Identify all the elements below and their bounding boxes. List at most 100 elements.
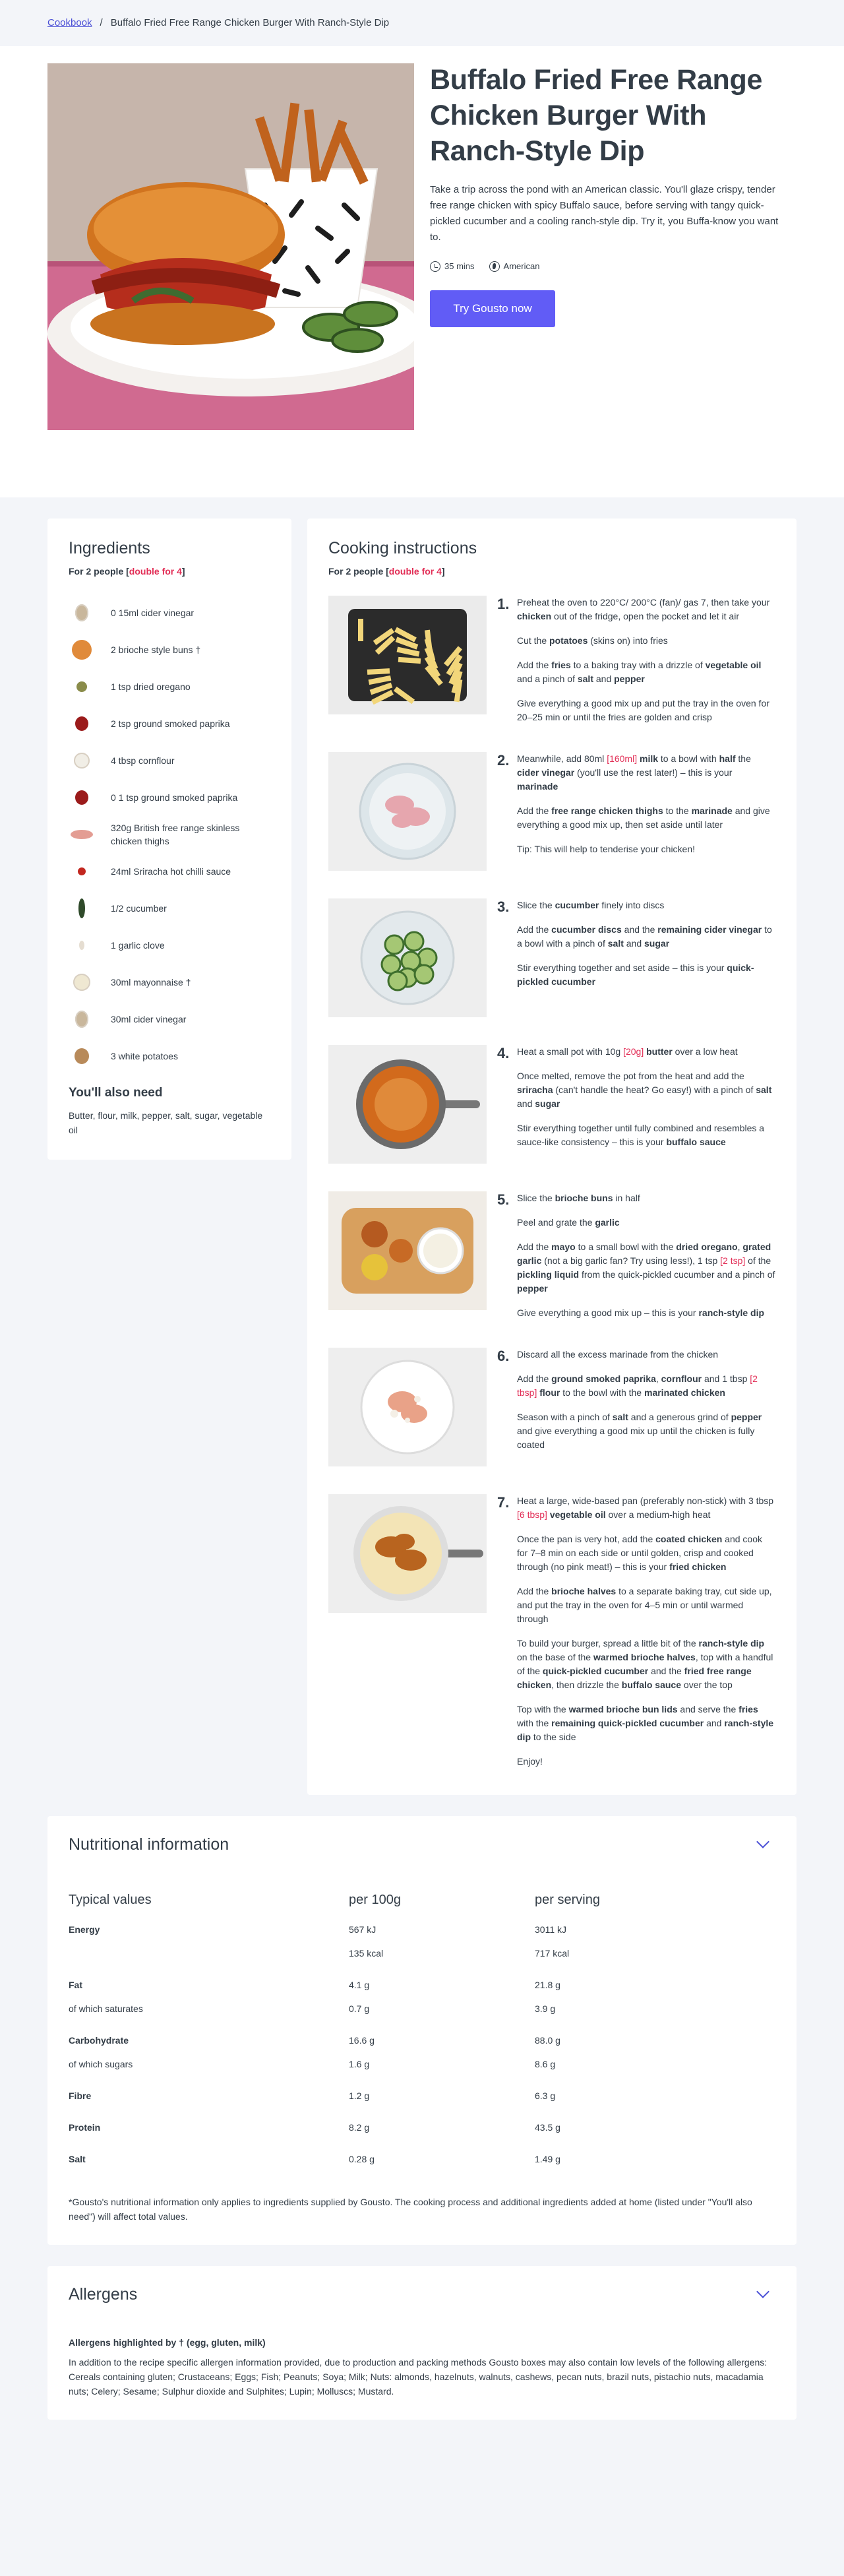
step-body: Meanwhile, add 80ml [160ml] milk to a bo… [517, 752, 775, 871]
step-paragraph: Add the brioche halves to a separate bak… [517, 1586, 772, 1624]
ingredient-item: 3 white potatoes [69, 1038, 270, 1075]
sriracha-icon [69, 858, 95, 885]
step-image [328, 1045, 487, 1164]
ingredient-item: 1/2 cucumber [69, 890, 270, 927]
ingredient-text: 2 brioche style buns † [111, 644, 201, 655]
step-list: 1. Preheat the oven to 220°C/ 200°C (fan)… [328, 596, 775, 1769]
portion-prefix: For 2 people [ [328, 566, 389, 577]
nutrient-label: Salt [69, 2154, 86, 2164]
step-paragraph: Tip: This will help to tenderise your ch… [517, 844, 696, 854]
nutrition-row: Fibre 1.2 g 6.3 g [69, 2076, 775, 2108]
nutrition-row: of which saturates 0.7 g 3.9 g [69, 1997, 775, 2021]
nutrition-header[interactable]: Nutritional information [69, 1835, 775, 1854]
nutrition-section: Nutritional information Typical values p… [47, 1816, 797, 2245]
step-body: Heat a small pot with 10g [20g] butter o… [517, 1045, 775, 1164]
recipe-hero-image [47, 63, 414, 430]
chevron-down-icon[interactable] [756, 1835, 769, 1848]
burger-photo-illustration [47, 63, 414, 430]
chevron-down-icon[interactable] [756, 2285, 769, 2298]
cooking-portion: For 2 people [double for 4] [328, 565, 775, 579]
step-paragraph: Give everything a good mix up – this is … [517, 1307, 765, 1318]
recipe-main: Ingredients For 2 people [double for 4] … [0, 497, 844, 1795]
ingredient-text: 3 white potatoes [111, 1051, 178, 1061]
bun-icon [69, 637, 95, 663]
ingredient-item: 1 tsp dried oregano [69, 668, 270, 705]
step-paragraph: Heat a large, wide-based pan (preferably… [517, 1495, 774, 1520]
nutrient-per-serving: 88.0 g [535, 2035, 560, 2046]
step-number: 1. [497, 596, 510, 612]
step-paragraph: Stir everything together and set aside –… [517, 962, 754, 987]
recipe-hero: Buffalo Fried Free Range Chicken Burger … [0, 46, 844, 497]
nutrient-label: Energy [69, 1924, 100, 1935]
step-number: 2. [497, 752, 510, 769]
nutrient-per-serving: 3.9 g [535, 2003, 556, 2014]
double-portion-link[interactable]: double for 4 [389, 566, 442, 577]
paprika-icon [69, 784, 95, 811]
cucumber-icon [69, 895, 95, 922]
nutrient-per-100g: 0.28 g [349, 2154, 375, 2164]
cooking-card: Cooking instructions For 2 people [doubl… [307, 518, 797, 1795]
nutrient-per-serving: 21.8 g [535, 1980, 560, 1990]
garlic-icon [69, 932, 95, 958]
ingredient-text: 1 tsp dried oregano [111, 681, 191, 692]
cook-time: 35 mins [430, 260, 475, 273]
step-paragraph: Add the cucumber discs and the remaining… [517, 924, 772, 949]
nutrition-row: Energy 567 kJ 3011 kJ [69, 1918, 775, 1941]
col-per-100g: per 100g [349, 1893, 401, 1907]
clock-icon [430, 261, 440, 272]
ingredient-text: 1 garlic clove [111, 940, 165, 951]
nutrient-per-100g: 4.1 g [349, 1980, 370, 1990]
col-typical-values: Typical values [69, 1893, 152, 1907]
step-image [328, 752, 487, 871]
step-body: Slice the cucumber finely into discs Add … [517, 898, 775, 1017]
cuisine: American [489, 260, 539, 273]
recipe-description: Take a trip across the pond with an Amer… [430, 184, 779, 243]
step-body: Preheat the oven to 220°C/ 200°C (fan)/ … [517, 596, 775, 724]
try-gousto-button[interactable]: Try Gousto now [430, 290, 555, 327]
ingredients-title: Ingredients [69, 539, 150, 557]
nutrient-label: Fat [69, 1980, 82, 1990]
mayonnaise-icon [69, 969, 95, 995]
step-paragraph: Enjoy! [517, 1756, 543, 1767]
step-paragraph: Peel and grate the garlic [517, 1217, 620, 1228]
cooking-step: 6. Discard all the excess marinade from t… [328, 1348, 775, 1466]
ingredients-card: Ingredients For 2 people [double for 4] … [47, 518, 291, 1160]
nutrient-label: of which saturates [69, 2003, 143, 2014]
nutrient-label: Carbohydrate [69, 2035, 129, 2046]
ingredient-item: 0 15ml cider vinegar [69, 594, 270, 631]
ingredient-text: 0 15ml cider vinegar [111, 608, 195, 618]
ingredient-text: 320g British free range skinless chicken… [111, 823, 240, 846]
nutrient-per-100g: 0.7 g [349, 2003, 370, 2014]
nutrient-label [69, 1941, 349, 1965]
step-number: 5. [497, 1191, 510, 1208]
oregano-icon [69, 674, 95, 700]
nutrient-per-serving: 43.5 g [535, 2122, 560, 2133]
step-paragraph: Stir everything together until fully com… [517, 1123, 765, 1147]
nutrition-row: Carbohydrate 16.6 g 88.0 g [69, 2021, 775, 2052]
step-paragraph: Season with a pinch of salt and a genero… [517, 1412, 762, 1450]
nutrient-per-100g: 1.6 g [349, 2059, 370, 2069]
step-number: 3. [497, 898, 510, 915]
double-portion-link[interactable]: double for 4 [129, 566, 182, 577]
step-paragraph: Add the ground smoked paprika, cornflour… [517, 1373, 758, 1398]
step-paragraph: Once the pan is very hot, add the coated… [517, 1534, 763, 1572]
cooking-title: Cooking instructions [328, 539, 477, 557]
nutrient-per-serving: 717 kcal [535, 1948, 570, 1959]
ingredient-text: 2 tsp ground smoked paprika [111, 718, 230, 729]
also-need-text: Butter, flour, milk, pepper, salt, sugar… [69, 1110, 263, 1135]
paprika-icon [69, 710, 95, 737]
nutrition-header-row: Typical values per 100g per serving [69, 1890, 775, 1918]
ingredient-item: 320g British free range skinless chicken… [69, 816, 270, 853]
step-paragraph: Meanwhile, add 80ml [160ml] milk to a bo… [517, 753, 751, 792]
step-number: 7. [497, 1494, 510, 1511]
step-number: 4. [497, 1045, 510, 1061]
ingredient-text: 4 tbsp cornflour [111, 755, 175, 766]
step-paragraph: Once melted, remove the pot from the hea… [517, 1071, 772, 1109]
allergens-title: Allergens [69, 2285, 138, 2304]
ingredient-item: 30ml mayonnaise † [69, 964, 270, 1001]
breadcrumb-current: Buffalo Fried Free Range Chicken Burger … [110, 16, 390, 28]
ingredient-list: 0 15ml cider vinegar 2 brioche style buns… [69, 594, 270, 1075]
ingredient-text: 24ml Sriracha hot chilli sauce [111, 866, 231, 877]
allergens-header[interactable]: Allergens [69, 2284, 775, 2304]
breadcrumb-cookbook-link[interactable]: Cookbook [47, 16, 92, 31]
